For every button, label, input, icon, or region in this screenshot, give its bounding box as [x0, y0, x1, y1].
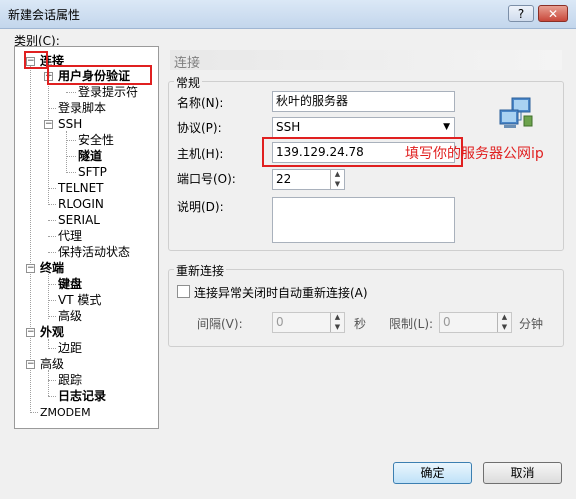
spin-down-icon[interactable]: ▼: [331, 180, 344, 190]
tree-line: [48, 396, 56, 397]
tree-item-rlogin[interactable]: RLOGIN: [58, 197, 104, 212]
chevron-down-icon[interactable]: ▼: [443, 118, 450, 136]
tree-line: [66, 172, 76, 173]
host-label: 主机(H):: [177, 147, 224, 161]
protocol-label: 协议(P):: [177, 121, 222, 135]
tree-line: [66, 92, 76, 93]
port-spinner[interactable]: ▲ ▼: [330, 170, 344, 189]
tree-line: [66, 131, 67, 173]
port-input[interactable]: 22 ▲ ▼: [272, 169, 345, 190]
seconds-label: 秒: [354, 317, 367, 331]
tree-item-ssh[interactable]: SSH: [58, 117, 82, 132]
tree-line: [66, 156, 76, 157]
port-value: 22: [276, 172, 292, 186]
tree-line: [48, 108, 56, 109]
protocol-value: SSH: [276, 120, 301, 134]
tree-line: [48, 252, 56, 253]
tree-item-appearance[interactable]: 外观: [40, 325, 64, 340]
tree-item-terminal[interactable]: 终端: [40, 261, 64, 276]
tree-item-keepalive[interactable]: 保持活动状态: [58, 245, 130, 260]
tree-item-zmodem[interactable]: ZMODEM: [40, 405, 91, 420]
general-group-label: 常规: [174, 74, 203, 91]
close-button[interactable]: ✕: [538, 5, 568, 22]
reconnect-group: [168, 269, 564, 347]
protocol-select[interactable]: SSH ▼: [272, 117, 455, 138]
ok-button[interactable]: 确定: [393, 462, 472, 484]
auto-reconnect-checkbox[interactable]: [177, 285, 190, 298]
auto-reconnect-label[interactable]: 连接异常关闭时自动重新连接(A): [194, 284, 368, 301]
tree-item-serial[interactable]: SERIAL: [58, 213, 100, 228]
network-computers-icon: [499, 97, 533, 128]
interval-label: 间隔(V):: [197, 317, 243, 331]
title-bar: [0, 0, 576, 29]
tree-line: [48, 316, 56, 317]
name-label: 名称(N):: [177, 96, 224, 110]
tree-line: [48, 236, 56, 237]
tree-line: [48, 300, 56, 301]
tree-item-vt-mode[interactable]: VT 模式: [58, 293, 101, 308]
spin-up-icon: ▲: [501, 313, 508, 321]
tree-line: [48, 204, 56, 205]
tree-item-telnet[interactable]: TELNET: [58, 181, 104, 196]
tree-line: [48, 188, 56, 189]
category-tree[interactable]: − 连接 + 用户身份验证 登录提示符 登录脚本 − SSH 安全性 隧道 SF…: [14, 46, 159, 429]
highlight-user-auth-box: [47, 65, 152, 85]
tree-item-margin[interactable]: 边距: [58, 341, 82, 356]
host-annotation: 填写你的服务器公网ip: [405, 146, 544, 162]
tree-item-keyboard[interactable]: 键盘: [58, 277, 82, 292]
tree-line: [48, 274, 49, 319]
tree-item-terminal-advanced[interactable]: 高级: [58, 309, 82, 324]
limit-label: 限制(L):: [389, 317, 434, 331]
minutes-label: 分钟: [519, 317, 544, 331]
limit-spinner: ▲ ▼: [497, 313, 511, 332]
tree-item-login-script[interactable]: 登录脚本: [58, 101, 106, 116]
port-label: 端口号(O):: [177, 172, 236, 186]
collapse-terminal-icon[interactable]: −: [26, 264, 35, 273]
spin-down-icon: ▼: [501, 322, 508, 331]
cancel-button[interactable]: 取消: [483, 462, 562, 484]
tree-item-sftp[interactable]: SFTP: [78, 165, 107, 180]
description-input[interactable]: [272, 197, 455, 243]
tree-line: [48, 380, 56, 381]
collapse-advanced-icon[interactable]: −: [26, 360, 35, 369]
tree-item-trace[interactable]: 跟踪: [58, 373, 82, 388]
tree-item-login-prompt[interactable]: 登录提示符: [78, 85, 138, 100]
tree-line: [48, 284, 56, 285]
tree-item-tunnel[interactable]: 隧道: [78, 149, 102, 164]
tree-item-security[interactable]: 安全性: [78, 133, 114, 148]
limit-input: 0 ▲ ▼: [439, 312, 512, 333]
reconnect-group-label: 重新连接: [174, 262, 227, 279]
collapse-appearance-icon[interactable]: −: [26, 328, 35, 337]
tree-line: [48, 348, 56, 349]
help-button[interactable]: ?: [508, 5, 534, 22]
tree-line: [48, 370, 49, 396]
spin-up-icon[interactable]: ▲: [331, 170, 344, 180]
tree-line: [66, 140, 76, 141]
limit-value: 0: [443, 315, 451, 329]
interval-input: 0 ▲ ▼: [272, 312, 345, 333]
spin-down-icon: ▼: [334, 322, 341, 331]
tree-line: [30, 412, 38, 413]
description-label: 说明(D):: [177, 200, 224, 214]
tree-line: [48, 79, 49, 205]
tree-item-proxy[interactable]: 代理: [58, 229, 82, 244]
tree-line: [48, 220, 56, 221]
collapse-ssh-icon[interactable]: −: [44, 120, 53, 129]
interval-spinner: ▲ ▼: [330, 313, 344, 332]
spin-up-icon: ▲: [334, 313, 341, 321]
name-input[interactable]: 秋叶的服务器: [272, 91, 455, 112]
window-title: 新建会话属性: [8, 8, 81, 22]
panel-header-bar: [170, 50, 562, 70]
tree-item-advanced[interactable]: 高级: [40, 357, 64, 372]
tree-item-log[interactable]: 日志记录: [58, 389, 106, 404]
interval-value: 0: [276, 315, 284, 329]
panel-header: 连接: [174, 56, 201, 71]
highlight-connection-box: [24, 51, 48, 69]
